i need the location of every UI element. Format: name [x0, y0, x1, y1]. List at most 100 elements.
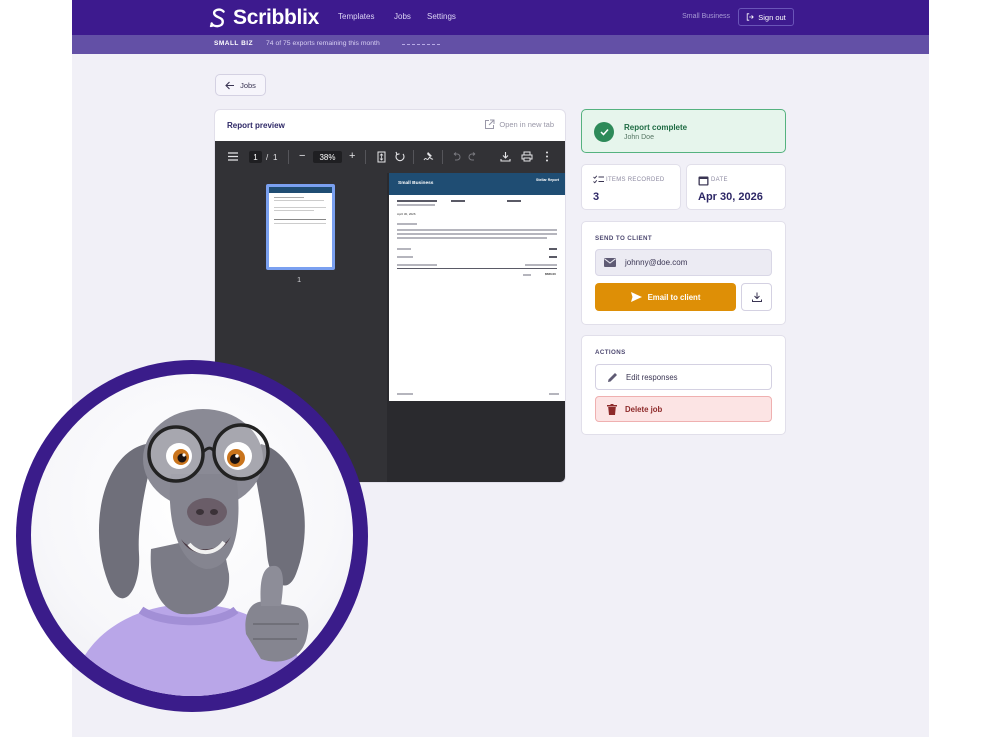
- date-label: DATE: [711, 177, 728, 183]
- delete-job-button[interactable]: Delete job: [595, 396, 772, 422]
- preview-header: Report preview Open in new tab: [215, 110, 565, 141]
- client-email-field[interactable]: johnny@doe.com: [595, 249, 772, 276]
- doc-text-line: [451, 200, 465, 202]
- download-report-button[interactable]: [741, 283, 772, 311]
- toolbar-divider: [442, 150, 443, 164]
- download-icon[interactable]: [500, 151, 511, 162]
- doc-text-line: [397, 264, 437, 266]
- pencil-icon: [608, 372, 617, 382]
- undo-icon[interactable]: [451, 152, 461, 161]
- toolbar-divider: [288, 150, 289, 164]
- doc-footer-line: [549, 393, 559, 395]
- actions-card: ACTIONS Edit responses Delete job: [581, 335, 786, 435]
- exports-remaining: 74 of 75 exports remaining this month: [266, 40, 380, 47]
- scribblix-logo-icon: [209, 8, 225, 28]
- edit-responses-button[interactable]: Edit responses: [595, 364, 772, 390]
- annotate-icon[interactable]: [423, 151, 434, 163]
- sign-out-label: Sign out: [758, 12, 786, 22]
- doc-date: April 30, 2026: [397, 212, 416, 216]
- doc-text-line: [525, 264, 557, 266]
- doc-text-line: [397, 223, 417, 225]
- calendar-icon: [698, 176, 709, 186]
- page-thumbnail[interactable]: [266, 184, 335, 270]
- date-card: DATE Apr 30, 2026: [686, 164, 786, 210]
- send-to-client-card: SEND TO CLIENT johnny@doe.com Email to c…: [581, 221, 786, 325]
- doc-text-line: [397, 233, 557, 235]
- status-client: John Doe: [624, 134, 654, 141]
- client-email-value: johnny@doe.com: [625, 258, 688, 267]
- logo[interactable]: Scribblix: [208, 6, 319, 30]
- menu-icon[interactable]: [228, 152, 238, 161]
- edit-responses-label: Edit responses: [626, 372, 678, 382]
- zoom-out-button[interactable]: −: [299, 150, 305, 162]
- zoom-in-button[interactable]: +: [349, 150, 355, 162]
- report-status-card: Report complete John Doe: [581, 109, 786, 153]
- pdf-toolbar: 1 / 1 − 38% +: [215, 141, 565, 173]
- mail-icon: [604, 258, 616, 267]
- doc-brand: Small Business: [398, 181, 434, 186]
- sign-out-icon: [747, 13, 755, 21]
- doc-divider: [397, 268, 557, 269]
- items-recorded-card: ITEMS RECORDED 3: [581, 164, 681, 210]
- email-button-label: Email to client: [647, 292, 701, 302]
- doc-footer-line: [397, 393, 413, 395]
- mascot-illustration: [31, 374, 353, 696]
- doc-text-line: [549, 256, 557, 258]
- back-to-jobs-button[interactable]: Jobs: [215, 74, 266, 96]
- sign-out-button[interactable]: Sign out: [738, 8, 794, 26]
- doc-report-title: Stellar Report: [536, 178, 559, 182]
- doc-header: Small Business Stellar Report: [389, 173, 565, 195]
- doc-text-line: [397, 200, 437, 202]
- nav-settings[interactable]: Settings: [427, 12, 456, 21]
- send-section-label: SEND TO CLIENT: [595, 235, 653, 242]
- rotate-icon[interactable]: [394, 151, 406, 163]
- checklist-icon: [593, 175, 604, 184]
- zoom-level[interactable]: 38%: [313, 151, 342, 163]
- more-icon[interactable]: [545, 151, 549, 162]
- doc-text-line: [397, 248, 411, 250]
- mascot-badge: [16, 360, 368, 712]
- page-number-input[interactable]: 1: [249, 151, 262, 163]
- doc-text-line: [523, 274, 531, 276]
- page-total: 1: [273, 153, 278, 162]
- actions-section-label: ACTIONS: [595, 349, 626, 356]
- doc-text-line: [397, 237, 547, 239]
- doc-text-line: [549, 248, 557, 250]
- redo-icon[interactable]: [468, 152, 478, 161]
- doc-text-line: [507, 200, 521, 202]
- date-value: Apr 30, 2026: [698, 191, 763, 203]
- logo-text: Scribblix: [233, 6, 319, 29]
- nav-templates[interactable]: Templates: [338, 12, 374, 21]
- pdf-page: Small Business Stellar Report April 30, …: [389, 173, 565, 401]
- download-icon: [751, 292, 762, 302]
- top-nav: Scribblix Templates Jobs Settings Small …: [72, 0, 929, 35]
- quota-indicator: [402, 44, 440, 45]
- check-icon: [594, 122, 614, 142]
- items-recorded-label: ITEMS RECORDED: [606, 177, 665, 183]
- doc-text-line: [397, 256, 413, 258]
- send-icon: [630, 292, 642, 302]
- page-separator: /: [266, 153, 269, 162]
- print-icon[interactable]: [521, 151, 533, 162]
- fit-page-icon[interactable]: [377, 151, 386, 163]
- plan-badge: SMALL BIZ: [214, 40, 254, 47]
- plan-bar: SMALL BIZ 74 of 75 exports remaining thi…: [72, 35, 929, 54]
- status-title: Report complete: [624, 123, 688, 132]
- preview-title: Report preview: [227, 121, 285, 130]
- open-tab-label: Open in new tab: [499, 120, 554, 129]
- toolbar-divider: [413, 150, 414, 164]
- trash-icon: [607, 403, 617, 415]
- email-to-client-button[interactable]: Email to client: [595, 283, 736, 311]
- back-label: Jobs: [240, 80, 256, 90]
- arrow-left-icon: [225, 81, 235, 89]
- doc-text-line: [397, 204, 435, 206]
- doc-text-line: [397, 229, 557, 231]
- toolbar-divider: [365, 150, 366, 164]
- plan-name: Small Business: [682, 13, 730, 20]
- thumbnail-page-number: 1: [297, 275, 302, 284]
- open-in-new-tab-link[interactable]: Open in new tab: [484, 119, 554, 130]
- dog-mascot-image: [71, 409, 316, 696]
- external-link-icon: [485, 119, 495, 129]
- doc-total: $580.00: [545, 272, 556, 276]
- nav-jobs[interactable]: Jobs: [394, 12, 411, 21]
